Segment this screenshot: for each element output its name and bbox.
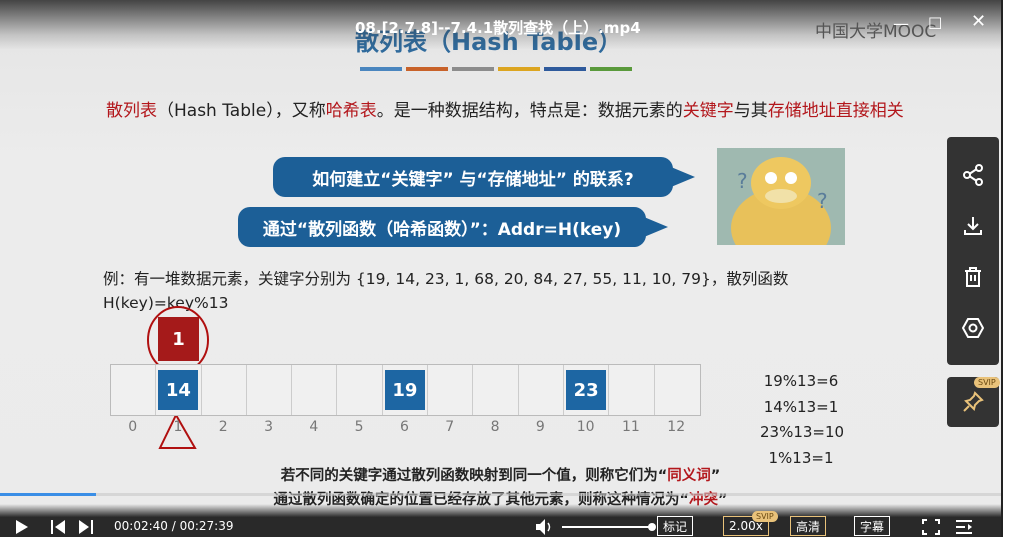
trash-icon[interactable]: [962, 266, 984, 288]
progress-bar[interactable]: [0, 493, 1001, 496]
previous-icon[interactable]: [50, 520, 66, 534]
index-label: 3: [264, 419, 273, 435]
index-label: 11: [622, 419, 640, 435]
table-cell: 23: [564, 365, 610, 415]
volume-handle[interactable]: [648, 523, 656, 531]
table-value: 19: [384, 370, 425, 410]
svg-text:?: ?: [817, 189, 828, 213]
side-toolbar: [947, 137, 999, 365]
formula: 14%13=1: [763, 397, 839, 416]
table-cell: 19: [383, 365, 429, 415]
table-cell: [473, 365, 519, 415]
color-bar: [590, 67, 632, 71]
paragraph-text: 与其: [733, 101, 768, 121]
index-label: 1: [173, 419, 183, 435]
mooc-logo: 中国大学MOOC: [815, 22, 937, 42]
page-background: [1001, 0, 1022, 537]
formula-list: 19%13=6 14%13=1 23%13=10 1%13=1: [760, 369, 845, 471]
answer-bubble: 通过“散列函数（哈希函数）”：Addr=H(key): [238, 207, 668, 247]
svip-badge: SVIP: [974, 377, 1000, 388]
settings-icon[interactable]: [962, 317, 984, 339]
psyduck-image: ??: [717, 148, 845, 245]
current-time: 00:02:40: [114, 519, 168, 533]
color-bar: [406, 67, 448, 71]
table-cell: [292, 365, 338, 415]
index-label: 8: [490, 419, 500, 435]
total-time: 00:27:39: [179, 519, 234, 533]
close-icon[interactable]: ✕: [971, 11, 986, 32]
color-bar: [452, 67, 494, 71]
highlight-term: 散列表: [106, 101, 157, 121]
minimize-icon[interactable]: —: [893, 14, 909, 33]
table-cell: [337, 365, 383, 415]
color-bar: [498, 67, 540, 71]
maximize-icon[interactable]: ☐: [928, 14, 942, 33]
highlight-term: 关键字: [682, 101, 734, 121]
synonym-note: 若不同的关键字通过散列函数映射到同一个值，则称它们为“同义词”: [0, 464, 1001, 485]
table-cell: [609, 365, 655, 415]
formula: 23%13=10: [760, 423, 845, 441]
color-bar: [360, 67, 402, 71]
color-bars: [360, 67, 632, 71]
play-icon[interactable]: [15, 519, 29, 535]
index-label: 7: [445, 419, 455, 435]
table-cell: [111, 365, 157, 415]
table-cell: [247, 365, 293, 415]
note-text: ”: [710, 468, 721, 484]
question-text: 如何建立“关键字” 与“存储地址” 的联系?: [312, 169, 634, 190]
table-value: 14: [158, 370, 199, 410]
table-cell: [202, 365, 247, 415]
subtitle-button[interactable]: 字幕: [854, 516, 891, 536]
index-label: 9: [535, 419, 545, 435]
time-display: 00:02:40 / 00:27:39: [114, 519, 233, 533]
index-label: 4: [309, 419, 319, 435]
intro-paragraph: 散列表（Hash Table），又称哈希表。是一种数据结构，特点是：数据元素的关…: [106, 95, 926, 127]
note-text: 若不同的关键字通过散列函数映射到同一个值，则称它们为“: [280, 468, 668, 484]
share-icon[interactable]: [962, 163, 984, 186]
question-bubble: 如何建立“关键字” 与“存储地址” 的联系?: [273, 157, 695, 197]
paragraph-text: 。是一种数据结构，特点是：数据元素的: [376, 101, 683, 121]
table-cell: [519, 365, 564, 415]
formula: 19%13=6: [763, 372, 839, 390]
speed-svip-badge: SVIP: [752, 511, 778, 522]
table-cell: 14: [156, 365, 202, 415]
download-icon[interactable]: [962, 215, 984, 237]
mark-button[interactable]: 标记: [657, 516, 694, 536]
highlight-term: 哈希表: [325, 101, 377, 121]
time-separator: /: [167, 519, 180, 533]
synonym-term: 同义词: [667, 468, 711, 484]
video-player[interactable]: 散列表（Hash Table） 08.[2.7.8]--7.4.1散列查找（上）…: [0, 0, 1001, 537]
hash-table: 14 19 23: [110, 364, 701, 416]
index-label: 2: [218, 419, 228, 435]
video-file-title: 08.[2.7.8]--7.4.1散列查找（上）.mp4: [355, 19, 641, 37]
pin-icon: [963, 391, 984, 412]
highlight-term: 存储地址直接相关: [767, 101, 904, 121]
table-cell: [428, 365, 474, 415]
volume-slider[interactable]: [562, 523, 656, 531]
index-label: 10: [576, 419, 595, 435]
index-label: 6: [399, 419, 409, 435]
progress-fill: [0, 493, 97, 496]
quality-button[interactable]: 高清: [790, 516, 827, 536]
index-row: 0 1 2 3 4 5 6 7 8 9 10 11 12: [110, 419, 699, 435]
table-value: 23: [566, 370, 607, 410]
answer-text: 通过“散列函数（哈希函数）”：Addr=H(key): [262, 219, 622, 240]
volume-icon[interactable]: [535, 518, 555, 536]
table-cell: [655, 365, 700, 415]
example-line-1: 例：有一堆数据元素，关键字分别为 {19, 14, 23, 1, 68, 20,…: [103, 270, 789, 288]
playlist-icon[interactable]: [955, 519, 973, 535]
index-label: 5: [354, 419, 364, 435]
fullscreen-icon[interactable]: [922, 519, 940, 535]
index-label: 0: [128, 419, 138, 435]
color-bar: [544, 67, 586, 71]
next-icon[interactable]: [78, 520, 94, 534]
paragraph-text: （Hash Table），又称: [157, 101, 326, 121]
svg-text:?: ?: [737, 169, 748, 193]
index-label: 12: [667, 419, 686, 435]
